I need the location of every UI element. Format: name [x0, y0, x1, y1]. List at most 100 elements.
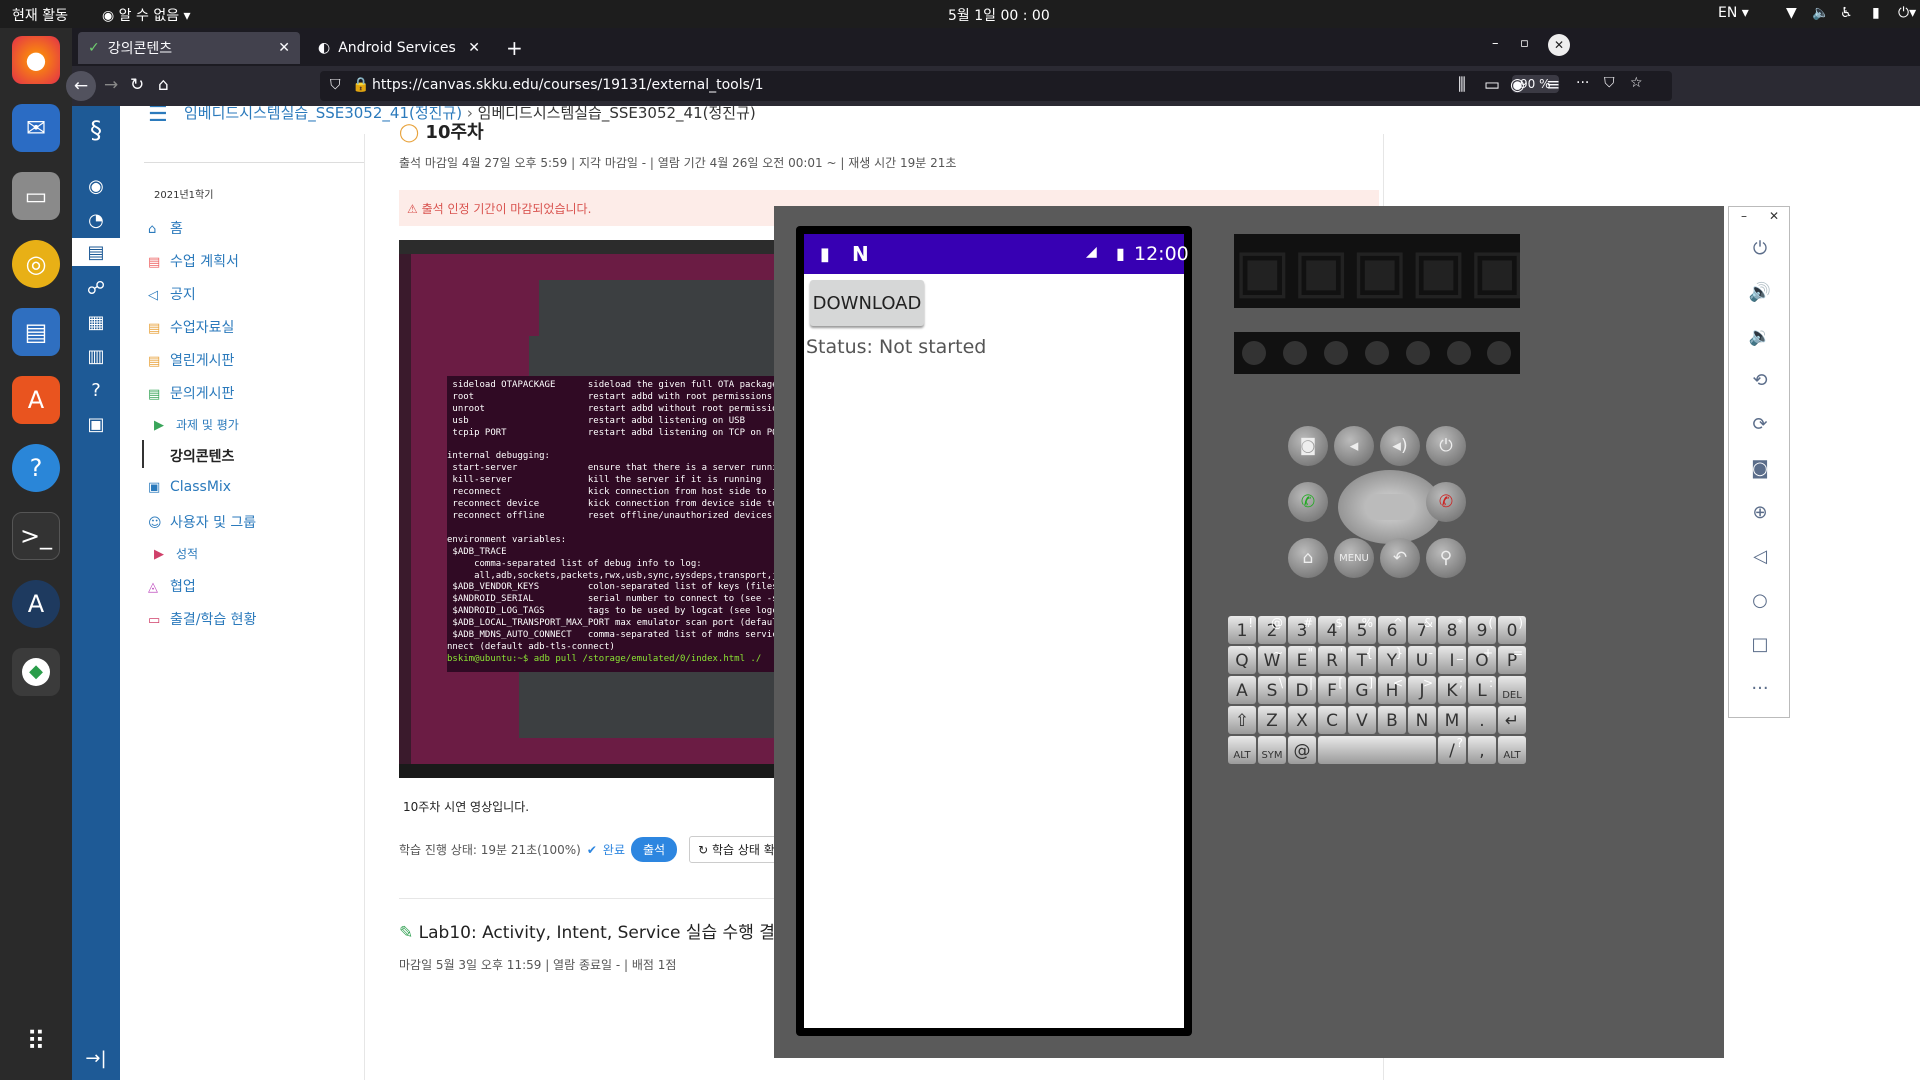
keyboard-key[interactable]: 9( — [1468, 616, 1496, 644]
keyboard-key[interactable]: 7 & — [1408, 616, 1436, 644]
power-icon[interactable]: ⏻ — [1747, 235, 1773, 261]
keyboard-key[interactable]: . — [1468, 706, 1496, 734]
keyboard-key[interactable]: A — [1228, 676, 1256, 704]
lock-icon[interactable]: 🔒 — [352, 77, 369, 93]
overview-icon[interactable]: □ — [1747, 631, 1773, 657]
course-nav-classmix[interactable]: ▣ ClassMix — [148, 479, 231, 495]
volume-icon[interactable]: 🔈 — [1812, 5, 1829, 21]
minimize-button[interactable]: – — [1492, 36, 1499, 51]
download-button[interactable]: DOWNLOAD — [810, 280, 924, 326]
new-tab-button[interactable]: + — [496, 32, 533, 64]
keyboard-key[interactable]: E " — [1288, 646, 1316, 674]
keyboard-key[interactable]: M — [1438, 706, 1466, 734]
course-nav-assignments[interactable]: ▶ 과제 및 평가 — [154, 416, 239, 433]
bookmark-star-icon[interactable]: ☆ — [1630, 75, 1643, 91]
course-nav-grades[interactable]: ▶ 성적 — [154, 545, 198, 562]
keyboard-key[interactable]: ↵ — [1498, 706, 1526, 734]
call-key-icon[interactable]: ✆ — [1288, 482, 1328, 522]
keyboard-key[interactable]: T{ — [1348, 646, 1376, 674]
accessibility-icon[interactable]: ♿ — [1840, 5, 1853, 21]
keyboard-key[interactable]: ALT — [1498, 736, 1526, 764]
dpad-center[interactable] — [1365, 494, 1415, 520]
home-key-icon[interactable]: ⌂ — [1288, 538, 1328, 578]
close-tab-icon[interactable]: ✕ — [278, 40, 290, 56]
battery-icon[interactable]: ▮ — [1872, 5, 1880, 21]
course-nav-people[interactable]: ☺ 사용자 및 그룹 — [148, 512, 256, 532]
menu-key-icon[interactable]: MENU — [1334, 538, 1374, 578]
collapse-nav-icon[interactable]: →| — [82, 1044, 110, 1072]
keyboard-key[interactable]: K; — [1438, 676, 1466, 704]
screenshot-icon[interactable]: ◙ — [1747, 455, 1773, 481]
pocket-icon[interactable]: ⛉ — [1604, 75, 1615, 91]
keyboard-key[interactable]: S \ — [1258, 676, 1286, 704]
course-nav-announcements[interactable]: ◁ 공지 — [148, 284, 196, 304]
course-nav-qna[interactable]: ▤ 문의게시판 — [148, 383, 234, 403]
search-key-icon[interactable]: ⚲ — [1426, 538, 1466, 578]
keyboard-key[interactable]: 3 # — [1288, 616, 1316, 644]
keyboard-key[interactable]: O + — [1468, 646, 1496, 674]
volume-up-key-icon[interactable]: ◂) — [1380, 426, 1420, 466]
keyboard-key[interactable]: B — [1378, 706, 1406, 734]
keyboard-key[interactable]: C — [1318, 706, 1346, 734]
toolbar-close-button[interactable]: ✕ — [1769, 209, 1779, 223]
keyboard-key[interactable]: V — [1348, 706, 1376, 734]
help-nav-icon[interactable]: ? — [82, 376, 110, 404]
groups-nav-icon[interactable]: ☍ — [82, 274, 110, 302]
keyboard-key[interactable]: W ~ — [1258, 646, 1286, 674]
keyboard-key[interactable]: P = — [1498, 646, 1526, 674]
skku-logo-icon[interactable]: § — [82, 116, 110, 144]
keyboard-key[interactable]: U- — [1408, 646, 1436, 674]
forward-button[interactable]: → — [104, 75, 118, 95]
wifi-icon[interactable]: ▼ — [1786, 5, 1797, 21]
keyboard-key[interactable]: R ' — [1318, 646, 1346, 674]
volume-up-icon[interactable]: 🔊 — [1747, 279, 1773, 305]
keyboard-key[interactable]: Q ` — [1228, 646, 1256, 674]
volume-down-icon[interactable]: 🔉 — [1747, 323, 1773, 349]
more-options-icon[interactable]: ··· — [1747, 675, 1773, 701]
keyboard-key[interactable]: 6 ^ — [1378, 616, 1406, 644]
reload-button[interactable]: ↻ — [130, 75, 144, 95]
account-icon[interactable]: ◉ — [1510, 75, 1525, 95]
calendar-nav-icon[interactable]: ▦ — [82, 308, 110, 336]
clock[interactable]: 5월 1일 00 : 00 — [948, 5, 1050, 25]
keyboard-key[interactable]: 0) — [1498, 616, 1526, 644]
maximize-button[interactable]: ▫ — [1520, 36, 1529, 51]
keyboard-key[interactable]: Y} — [1378, 646, 1406, 674]
thunderbird-icon[interactable]: ✉ — [12, 104, 60, 152]
shield-icon[interactable]: ⛉ — [330, 77, 341, 93]
app-menu-icon[interactable]: ≡ — [1546, 75, 1560, 95]
camera-key-icon[interactable]: ◙ — [1288, 426, 1328, 466]
home-icon[interactable]: ○ — [1747, 587, 1773, 613]
keyboard-key[interactable]: 1! — [1228, 616, 1256, 644]
keyboard-key[interactable] — [1318, 736, 1436, 764]
keyboard-key[interactable]: ALT — [1228, 736, 1256, 764]
url-bar[interactable]: ⛉ 🔒 https://canvas.skku.edu/courses/1913… — [320, 71, 1672, 101]
show-apps-icon[interactable]: ⠿ — [12, 1018, 60, 1066]
library-icon[interactable]: ⫼ — [1458, 75, 1466, 95]
keyboard-key[interactable]: 5% — [1348, 616, 1376, 644]
keyboard-key[interactable]: @ — [1288, 736, 1316, 764]
power-menu-icon[interactable]: ⏻▾ — [1898, 5, 1916, 21]
home-button[interactable]: ⌂ — [158, 75, 169, 95]
power-key-icon[interactable]: ⏻ — [1426, 426, 1466, 466]
item1-title[interactable]: ◯ 10주차 — [399, 118, 484, 144]
keyboard-key[interactable]: ⇧ — [1228, 706, 1256, 734]
close-window-button[interactable]: ✕ — [1548, 34, 1570, 56]
language-indicator[interactable]: EN ▾ — [1718, 5, 1749, 21]
keyboard-key[interactable]: I _ — [1438, 646, 1466, 674]
firefox-icon[interactable]: ● — [12, 36, 60, 84]
inbox-nav-icon[interactable]: ▥ — [82, 342, 110, 370]
rotate-left-icon[interactable]: ⟲ — [1747, 367, 1773, 393]
zoom-icon[interactable]: ⊕ — [1747, 499, 1773, 525]
keyboard-key[interactable]: N — [1408, 706, 1436, 734]
keyboard-key[interactable]: G] — [1348, 676, 1376, 704]
keyboard-key[interactable]: /? — [1438, 736, 1466, 764]
keyboard-key[interactable]: D | — [1288, 676, 1316, 704]
keyboard-key[interactable]: SYM — [1258, 736, 1286, 764]
course-nav-attendance[interactable]: ▭ 출결/학습 현황 — [148, 609, 256, 629]
keyboard-key[interactable]: L: — [1468, 676, 1496, 704]
rotate-right-icon[interactable]: ⟳ — [1747, 411, 1773, 437]
history-nav-icon[interactable]: ▣ — [82, 410, 110, 438]
writer-icon[interactable]: ▤ — [12, 308, 60, 356]
keyboard-key[interactable]: DEL — [1498, 676, 1526, 704]
